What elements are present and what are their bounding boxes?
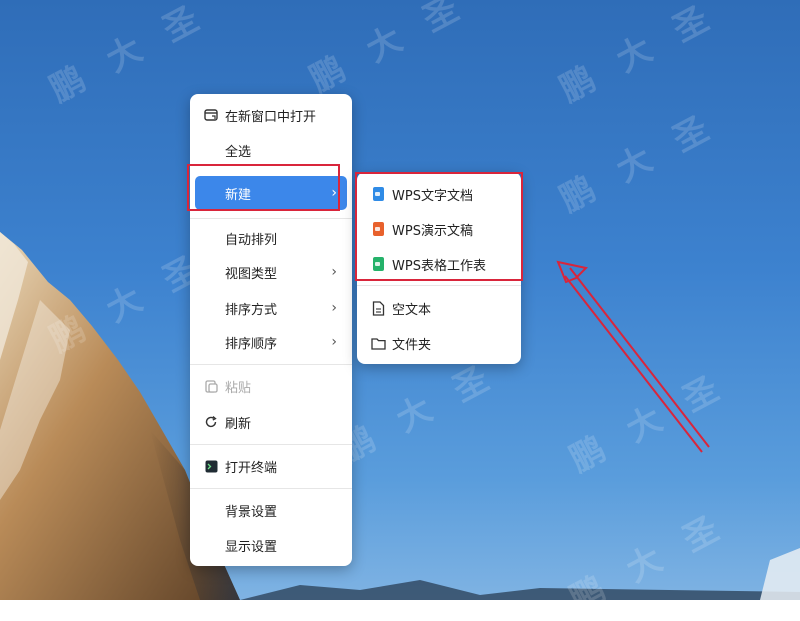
annotation-arrow-icon: [556, 260, 710, 453]
